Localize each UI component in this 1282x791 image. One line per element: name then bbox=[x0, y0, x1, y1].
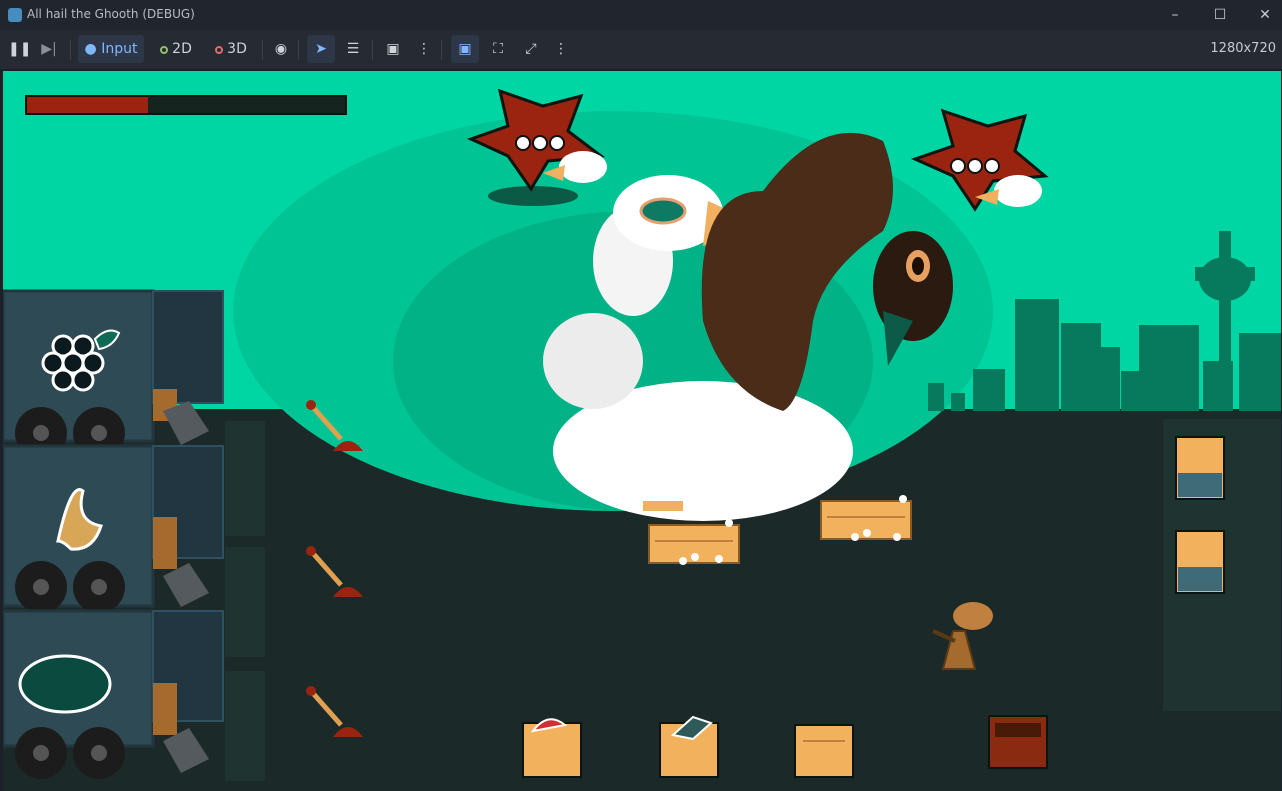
lever-3[interactable] bbox=[306, 686, 363, 737]
minimize-button[interactable]: – bbox=[1160, 4, 1190, 26]
maximize-button[interactable]: ☐ bbox=[1205, 4, 1235, 26]
view-3d-label: 3D bbox=[227, 41, 247, 57]
side-panel bbox=[225, 421, 265, 536]
input-icon: ● bbox=[84, 41, 97, 57]
fullscreen-expand-icon[interactable]: ⛶ bbox=[485, 35, 511, 63]
grapes-icon bbox=[41, 334, 105, 392]
watermelon-crate[interactable] bbox=[522, 718, 582, 778]
crate-skulls-2[interactable] bbox=[820, 495, 912, 541]
side-panel bbox=[225, 671, 265, 781]
select-arrow-icon[interactable]: ➤ bbox=[307, 35, 335, 63]
health-bar bbox=[25, 95, 347, 115]
red-crate[interactable] bbox=[988, 715, 1048, 769]
godot-logo-icon bbox=[8, 8, 22, 22]
next-frame-icon[interactable]: ▶| bbox=[38, 35, 60, 63]
jar-1[interactable] bbox=[1175, 436, 1225, 500]
more-options-icon[interactable]: ⋮ bbox=[413, 35, 435, 63]
window-title: All hail the Ghooth (DEBUG) bbox=[27, 7, 195, 21]
close-button[interactable]: ✕ bbox=[1250, 4, 1280, 26]
brown-figure[interactable] bbox=[932, 602, 993, 670]
camera-override-icon[interactable]: ▣ bbox=[451, 35, 479, 63]
herb-crate[interactable] bbox=[659, 715, 719, 778]
lever-2[interactable] bbox=[306, 546, 363, 597]
debug-toolbar: ❚❚ ▶| ● Input 2D 3D ◉ ➤ ☰ ▣ ⋮ ▣ ⛶ ⤢ ⋮ 12… bbox=[0, 30, 1282, 69]
resolution-label: 1280x720 bbox=[1210, 41, 1276, 56]
visibility-eye-icon[interactable]: ◉ bbox=[270, 35, 292, 63]
2d-circle-icon bbox=[160, 46, 169, 54]
ingredient-machine-2[interactable] bbox=[3, 444, 224, 613]
3d-circle-icon bbox=[215, 46, 224, 54]
game-viewport[interactable] bbox=[3, 71, 1281, 791]
plain-crate[interactable] bbox=[794, 724, 854, 778]
game-scene bbox=[3, 88, 1281, 781]
pause-icon[interactable]: ❚❚ bbox=[8, 35, 31, 63]
view-2d-label: 2D bbox=[172, 41, 192, 57]
camera-icon[interactable]: ▣ bbox=[380, 35, 406, 63]
side-panel bbox=[225, 547, 265, 657]
more-options-2-icon[interactable]: ⋮ bbox=[550, 35, 572, 63]
jar-2[interactable] bbox=[1175, 530, 1225, 594]
lettuce-icon bbox=[18, 654, 112, 714]
ingredient-machine-3[interactable] bbox=[3, 609, 224, 779]
crate-skulls-1[interactable] bbox=[648, 519, 740, 565]
input-mode-button[interactable]: ● Input bbox=[78, 35, 144, 63]
input-mode-label: Input bbox=[101, 41, 138, 57]
window-titlebar: All hail the Ghooth (DEBUG) – ☐ ✕ bbox=[0, 0, 1282, 30]
view-2d-button[interactable]: 2D bbox=[152, 35, 200, 63]
star-enemy-2[interactable] bbox=[910, 108, 1049, 212]
ingredient-machine-1[interactable] bbox=[3, 289, 224, 459]
view-3d-button[interactable]: 3D bbox=[206, 35, 256, 63]
list-select-icon[interactable]: ☰ bbox=[340, 35, 366, 63]
health-bar-fill bbox=[27, 97, 148, 113]
fit-view-icon[interactable]: ⤢ bbox=[518, 35, 544, 63]
